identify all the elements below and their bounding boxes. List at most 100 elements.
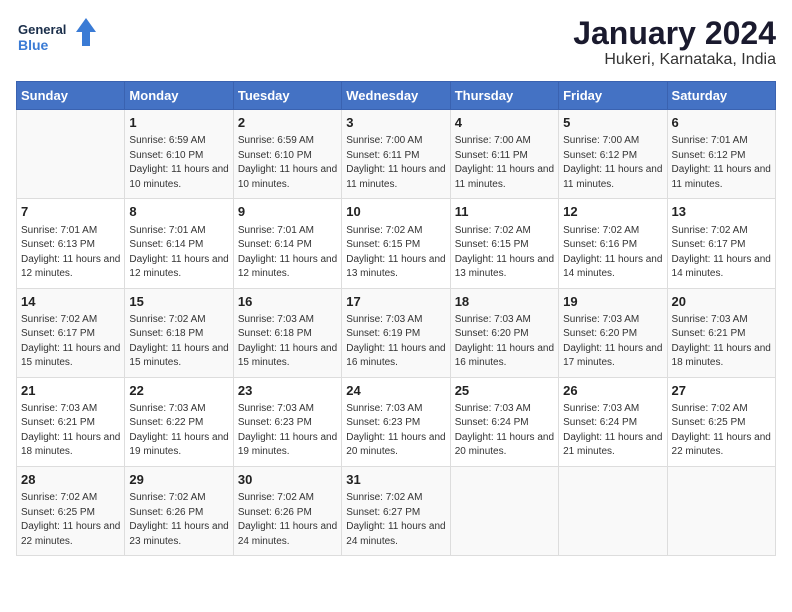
day-info: Sunrise: 7:03 AMSunset: 6:23 PMDaylight:…: [238, 402, 337, 460]
day-info: Sunrise: 7:01 AMSunset: 6:13 PMDaylight:…: [21, 224, 120, 282]
day-info: Sunrise: 7:03 AMSunset: 6:22 PMDaylight:…: [129, 402, 228, 460]
day-number: 12: [563, 203, 662, 221]
calendar-title-area: January 2024 Hukeri, Karnataka, India: [573, 16, 776, 69]
day-number: 16: [238, 293, 337, 311]
svg-text:Blue: Blue: [18, 37, 49, 53]
day-number: 10: [346, 203, 445, 221]
day-info: Sunrise: 7:03 AMSunset: 6:20 PMDaylight:…: [563, 313, 662, 371]
calendar-cell: 19 Sunrise: 7:03 AMSunset: 6:20 PMDaylig…: [559, 288, 667, 377]
calendar-cell: 3 Sunrise: 7:00 AMSunset: 6:11 PMDayligh…: [342, 110, 450, 199]
day-number: 4: [455, 114, 554, 132]
weekday-header-friday: Friday: [559, 82, 667, 110]
calendar-cell: [667, 466, 775, 555]
calendar-cell: 20 Sunrise: 7:03 AMSunset: 6:21 PMDaylig…: [667, 288, 775, 377]
day-number: 21: [21, 382, 120, 400]
calendar-cell: 26 Sunrise: 7:03 AMSunset: 6:24 PMDaylig…: [559, 377, 667, 466]
weekday-header-wednesday: Wednesday: [342, 82, 450, 110]
day-number: 1: [129, 114, 228, 132]
day-info: Sunrise: 7:02 AMSunset: 6:27 PMDaylight:…: [346, 491, 445, 549]
calendar-cell: 27 Sunrise: 7:02 AMSunset: 6:25 PMDaylig…: [667, 377, 775, 466]
day-info: Sunrise: 7:01 AMSunset: 6:14 PMDaylight:…: [238, 224, 337, 282]
day-number: 28: [21, 471, 120, 489]
day-info: Sunrise: 7:02 AMSunset: 6:16 PMDaylight:…: [563, 224, 662, 282]
day-number: 26: [563, 382, 662, 400]
day-number: 31: [346, 471, 445, 489]
calendar-cell: [450, 466, 558, 555]
weekday-header-sunday: Sunday: [17, 82, 125, 110]
calendar-cell: 6 Sunrise: 7:01 AMSunset: 6:12 PMDayligh…: [667, 110, 775, 199]
day-info: Sunrise: 7:03 AMSunset: 6:19 PMDaylight:…: [346, 313, 445, 371]
calendar-header-row: SundayMondayTuesdayWednesdayThursdayFrid…: [17, 82, 776, 110]
day-number: 17: [346, 293, 445, 311]
day-info: Sunrise: 7:02 AMSunset: 6:26 PMDaylight:…: [129, 491, 228, 549]
calendar-cell: 11 Sunrise: 7:02 AMSunset: 6:15 PMDaylig…: [450, 199, 558, 288]
calendar-cell: 24 Sunrise: 7:03 AMSunset: 6:23 PMDaylig…: [342, 377, 450, 466]
calendar-cell: 21 Sunrise: 7:03 AMSunset: 6:21 PMDaylig…: [17, 377, 125, 466]
weekday-header-tuesday: Tuesday: [233, 82, 341, 110]
day-info: Sunrise: 7:02 AMSunset: 6:26 PMDaylight:…: [238, 491, 337, 549]
calendar-cell: 4 Sunrise: 7:00 AMSunset: 6:11 PMDayligh…: [450, 110, 558, 199]
calendar-cell: 29 Sunrise: 7:02 AMSunset: 6:26 PMDaylig…: [125, 466, 233, 555]
calendar-cell: 18 Sunrise: 7:03 AMSunset: 6:20 PMDaylig…: [450, 288, 558, 377]
day-info: Sunrise: 7:02 AMSunset: 6:15 PMDaylight:…: [346, 224, 445, 282]
day-info: Sunrise: 7:03 AMSunset: 6:24 PMDaylight:…: [455, 402, 554, 460]
day-info: Sunrise: 7:00 AMSunset: 6:12 PMDaylight:…: [563, 134, 662, 192]
day-info: Sunrise: 7:02 AMSunset: 6:17 PMDaylight:…: [21, 313, 120, 371]
calendar-cell: 9 Sunrise: 7:01 AMSunset: 6:14 PMDayligh…: [233, 199, 341, 288]
svg-text:General: General: [18, 22, 66, 37]
day-number: 27: [672, 382, 771, 400]
day-info: Sunrise: 7:03 AMSunset: 6:24 PMDaylight:…: [563, 402, 662, 460]
logo: General Blue: [16, 16, 96, 60]
calendar-cell: 13 Sunrise: 7:02 AMSunset: 6:17 PMDaylig…: [667, 199, 775, 288]
calendar-cell: 28 Sunrise: 7:02 AMSunset: 6:25 PMDaylig…: [17, 466, 125, 555]
day-info: Sunrise: 7:03 AMSunset: 6:20 PMDaylight:…: [455, 313, 554, 371]
calendar-table: SundayMondayTuesdayWednesdayThursdayFrid…: [16, 81, 776, 556]
calendar-cell: [559, 466, 667, 555]
day-number: 24: [346, 382, 445, 400]
calendar-title: January 2024: [573, 16, 776, 51]
calendar-cell: 5 Sunrise: 7:00 AMSunset: 6:12 PMDayligh…: [559, 110, 667, 199]
calendar-cell: 7 Sunrise: 7:01 AMSunset: 6:13 PMDayligh…: [17, 199, 125, 288]
calendar-cell: 25 Sunrise: 7:03 AMSunset: 6:24 PMDaylig…: [450, 377, 558, 466]
day-number: 11: [455, 203, 554, 221]
calendar-week-5: 28 Sunrise: 7:02 AMSunset: 6:25 PMDaylig…: [17, 466, 776, 555]
day-info: Sunrise: 6:59 AMSunset: 6:10 PMDaylight:…: [129, 134, 228, 192]
day-info: Sunrise: 7:02 AMSunset: 6:15 PMDaylight:…: [455, 224, 554, 282]
day-info: Sunrise: 7:03 AMSunset: 6:23 PMDaylight:…: [346, 402, 445, 460]
calendar-week-3: 14 Sunrise: 7:02 AMSunset: 6:17 PMDaylig…: [17, 288, 776, 377]
day-number: 19: [563, 293, 662, 311]
day-number: 25: [455, 382, 554, 400]
day-number: 15: [129, 293, 228, 311]
weekday-header-saturday: Saturday: [667, 82, 775, 110]
calendar-cell: 14 Sunrise: 7:02 AMSunset: 6:17 PMDaylig…: [17, 288, 125, 377]
calendar-cell: 30 Sunrise: 7:02 AMSunset: 6:26 PMDaylig…: [233, 466, 341, 555]
day-number: 22: [129, 382, 228, 400]
day-info: Sunrise: 7:02 AMSunset: 6:25 PMDaylight:…: [672, 402, 771, 460]
calendar-cell: 22 Sunrise: 7:03 AMSunset: 6:22 PMDaylig…: [125, 377, 233, 466]
day-number: 2: [238, 114, 337, 132]
day-number: 18: [455, 293, 554, 311]
day-number: 8: [129, 203, 228, 221]
weekday-header-thursday: Thursday: [450, 82, 558, 110]
day-number: 5: [563, 114, 662, 132]
calendar-cell: 17 Sunrise: 7:03 AMSunset: 6:19 PMDaylig…: [342, 288, 450, 377]
calendar-cell: 1 Sunrise: 6:59 AMSunset: 6:10 PMDayligh…: [125, 110, 233, 199]
calendar-cell: 2 Sunrise: 6:59 AMSunset: 6:10 PMDayligh…: [233, 110, 341, 199]
day-number: 14: [21, 293, 120, 311]
calendar-cell: 31 Sunrise: 7:02 AMSunset: 6:27 PMDaylig…: [342, 466, 450, 555]
day-info: Sunrise: 7:03 AMSunset: 6:21 PMDaylight:…: [672, 313, 771, 371]
calendar-cell: 15 Sunrise: 7:02 AMSunset: 6:18 PMDaylig…: [125, 288, 233, 377]
day-number: 29: [129, 471, 228, 489]
day-info: Sunrise: 7:02 AMSunset: 6:25 PMDaylight:…: [21, 491, 120, 549]
day-info: Sunrise: 7:02 AMSunset: 6:18 PMDaylight:…: [129, 313, 228, 371]
day-info: Sunrise: 7:03 AMSunset: 6:18 PMDaylight:…: [238, 313, 337, 371]
day-number: 20: [672, 293, 771, 311]
weekday-header-monday: Monday: [125, 82, 233, 110]
day-number: 13: [672, 203, 771, 221]
day-number: 23: [238, 382, 337, 400]
day-number: 3: [346, 114, 445, 132]
day-number: 30: [238, 471, 337, 489]
day-info: Sunrise: 7:01 AMSunset: 6:14 PMDaylight:…: [129, 224, 228, 282]
day-number: 7: [21, 203, 120, 221]
day-info: Sunrise: 7:02 AMSunset: 6:17 PMDaylight:…: [672, 224, 771, 282]
